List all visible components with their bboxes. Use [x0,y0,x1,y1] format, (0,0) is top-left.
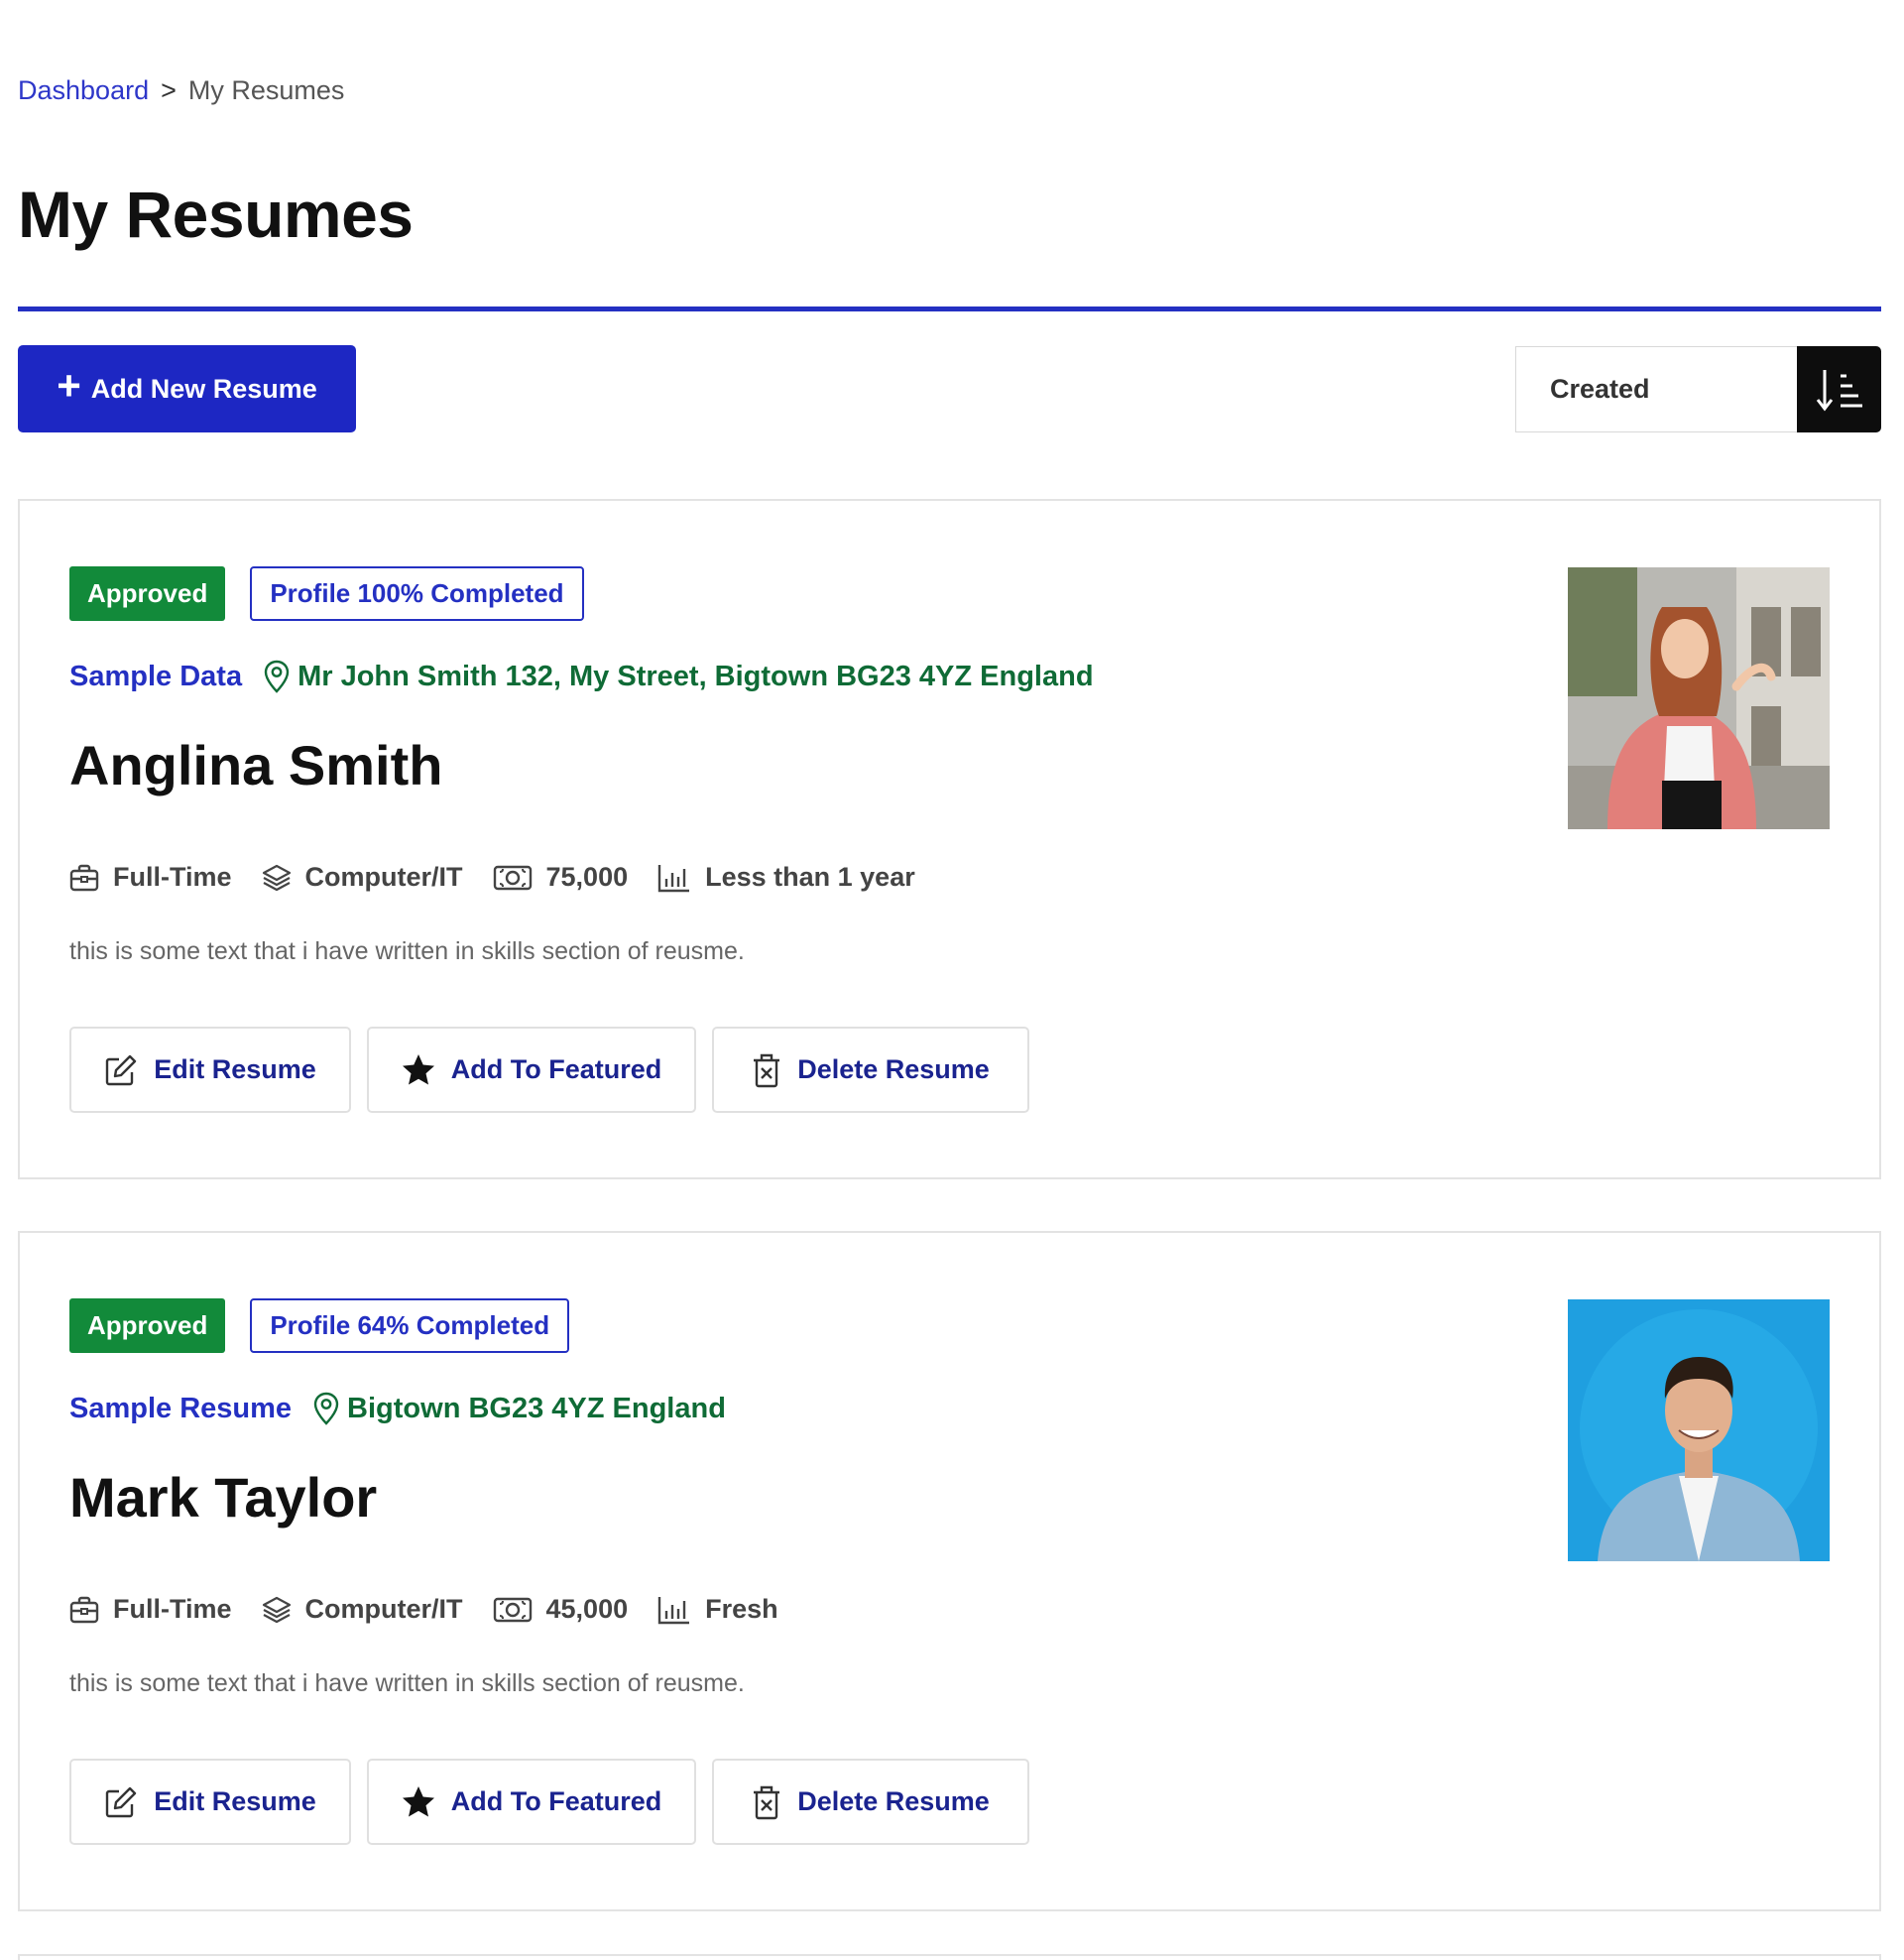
job-type-text: Full-Time [113,862,232,892]
job-type: Full-Time [69,1594,232,1625]
edit-icon [106,1786,137,1817]
category: Computer/IT [262,1594,463,1625]
add-new-resume-button[interactable]: + Add New Resume [18,345,356,432]
location-text: Bigtown BG23 4YZ England [347,1392,726,1424]
breadcrumb: Dashboard > My Resumes [18,75,344,106]
plus-icon: + [57,362,81,409]
candidate-photo [1568,1299,1830,1561]
candidate-name: Mark Taylor [69,1466,378,1529]
resume-card: Approved Profile 64% Completed Sample Re… [18,1231,1881,1911]
money-icon [493,865,532,890]
job-type: Full-Time [69,862,232,893]
money-icon [493,1597,532,1622]
profile-completion-badge: Profile 100% Completed [250,566,584,621]
edit-resume-button[interactable]: Edit Resume [69,1027,351,1113]
sort-direction-button[interactable] [1797,346,1881,432]
location: Mr John Smith 132, My Street, Bigtown BG… [264,660,1094,693]
category-text: Computer/IT [304,1594,463,1624]
star-icon [402,1053,434,1084]
job-type-text: Full-Time [113,1594,232,1624]
resume-title-link[interactable]: Sample Data [69,661,242,693]
star-icon [402,1785,434,1816]
breadcrumb-dashboard-link[interactable]: Dashboard [18,75,149,106]
location: Bigtown BG23 4YZ England [313,1392,726,1425]
map-pin-icon [264,660,290,693]
profile-completion-badge: Profile 64% Completed [250,1298,570,1353]
add-to-featured-label: Add To Featured [450,1054,662,1084]
candidate-photo [1568,567,1830,829]
edit-resume-label: Edit Resume [154,1786,316,1816]
breadcrumb-current: My Resumes [187,75,345,105]
edit-resume-button[interactable]: Edit Resume [69,1759,351,1845]
sort-ascending-icon [1816,369,1862,411]
salary: 45,000 [493,1594,629,1625]
salary: 75,000 [493,862,629,893]
edit-resume-label: Edit Resume [154,1054,316,1084]
experience: Less than 1 year [657,862,915,893]
sort-control: Created [1515,346,1881,432]
layers-icon [262,864,291,891]
trash-icon [754,1785,780,1819]
edit-icon [106,1054,137,1085]
experience: Fresh [657,1594,778,1625]
salary-text: 75,000 [545,862,629,892]
delete-resume-label: Delete Resume [797,1786,990,1816]
add-to-featured-label: Add To Featured [450,1786,662,1816]
skills-description: this is some text that i have written in… [69,1669,745,1697]
briefcase-icon [69,1596,99,1623]
status-badge: Approved [69,1298,226,1353]
experience-text: Less than 1 year [705,862,915,892]
delete-resume-label: Delete Resume [797,1054,990,1084]
sort-select[interactable]: Created [1515,346,1797,432]
add-new-resume-label: Add New Resume [90,373,317,404]
experience-text: Fresh [705,1594,778,1624]
add-to-featured-button[interactable]: Add To Featured [367,1759,696,1845]
trash-icon [754,1053,780,1087]
resume-title-link[interactable]: Sample Resume [69,1393,292,1425]
salary-text: 45,000 [545,1594,629,1624]
bar-chart-icon [657,864,690,892]
status-badge: Approved [69,566,226,621]
resume-card-partial [18,1954,1881,1960]
resume-card: Approved Profile 100% Completed Sample D… [18,499,1881,1179]
delete-resume-button[interactable]: Delete Resume [712,1027,1029,1113]
bar-chart-icon [657,1596,690,1624]
candidate-name: Anglina Smith [69,734,443,796]
category-text: Computer/IT [304,862,463,892]
breadcrumb-separator: > [161,75,177,105]
layers-icon [262,1596,291,1623]
delete-resume-button[interactable]: Delete Resume [712,1759,1029,1845]
map-pin-icon [313,1392,339,1425]
sort-select-value: Created [1550,374,1650,404]
page-title: My Resumes [18,178,414,251]
category: Computer/IT [262,862,463,893]
add-to-featured-button[interactable]: Add To Featured [367,1027,696,1113]
title-divider [18,306,1881,311]
briefcase-icon [69,864,99,891]
skills-description: this is some text that i have written in… [69,937,745,965]
location-text: Mr John Smith 132, My Street, Bigtown BG… [298,660,1094,692]
